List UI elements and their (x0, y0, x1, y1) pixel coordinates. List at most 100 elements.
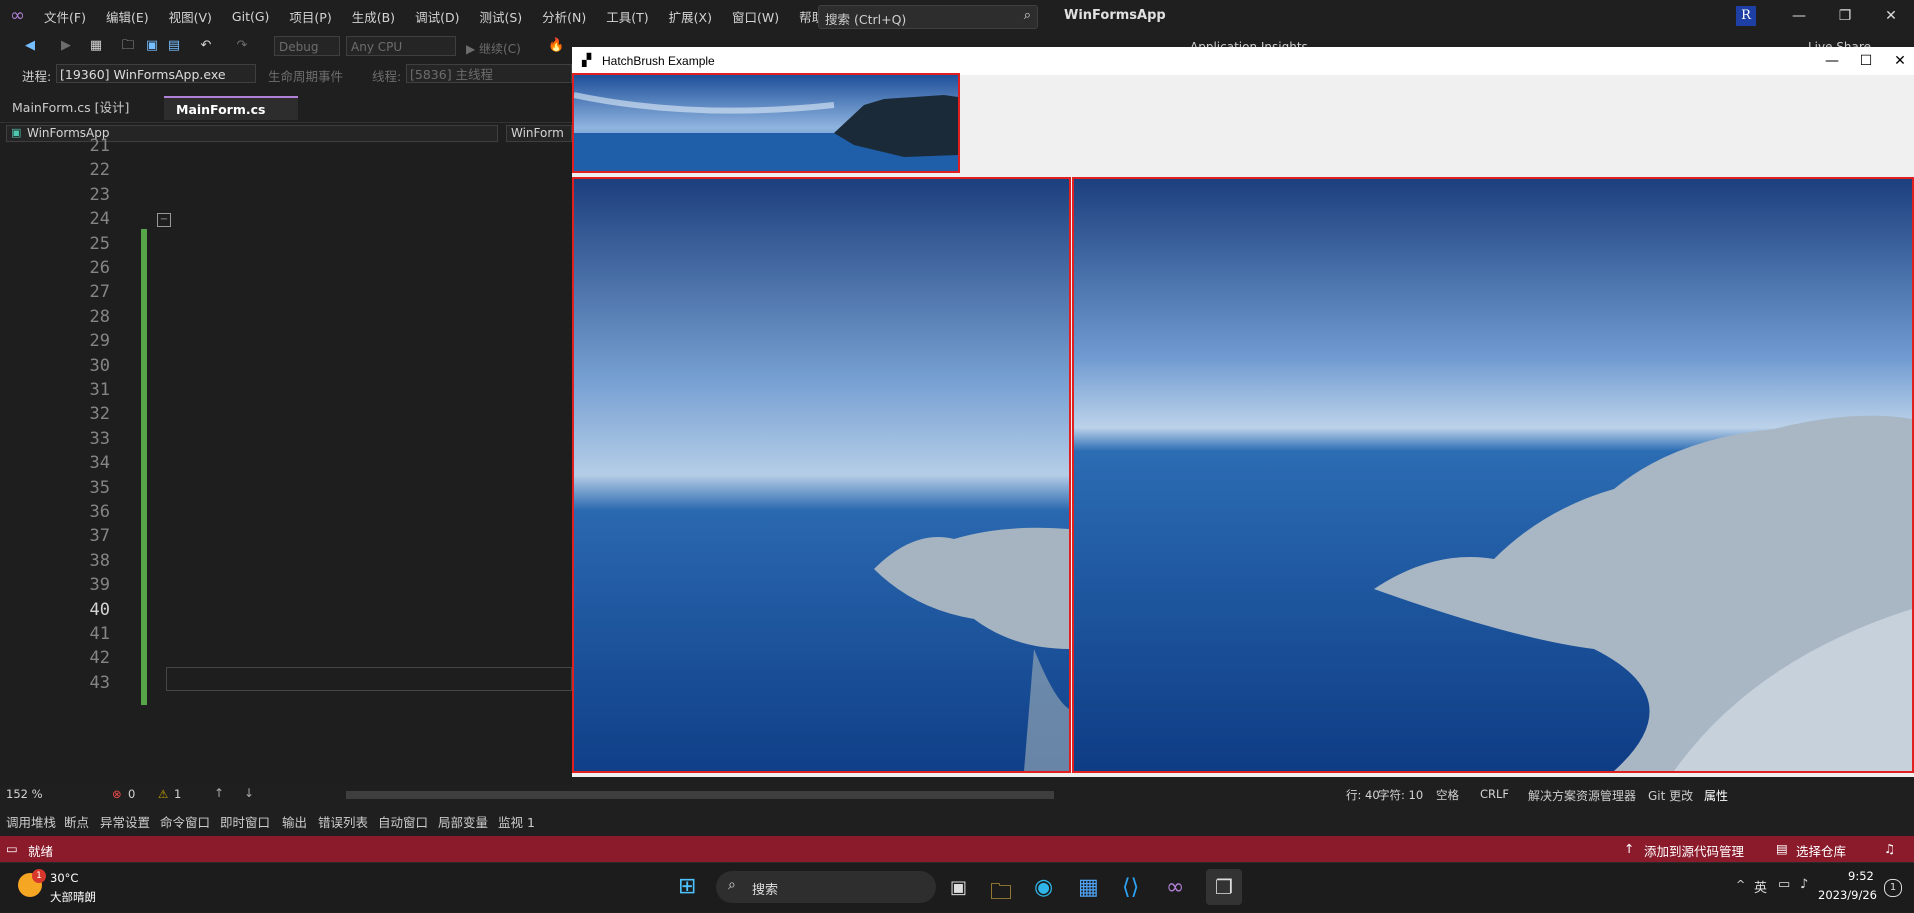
avatar[interactable]: R (1736, 6, 1756, 26)
menu-test[interactable]: 测试(S) (479, 7, 522, 26)
menu-view[interactable]: 视图(V) (169, 7, 212, 26)
undo-icon[interactable]: ↶ (198, 38, 214, 54)
forward-icon[interactable]: ▶ (58, 38, 74, 54)
task-view-icon[interactable]: ▣ (950, 877, 967, 898)
visual-studio-icon[interactable]: ∞ (1166, 875, 1184, 900)
hot-reload-icon[interactable]: 🔥 (548, 38, 564, 54)
repo-icon[interactable]: ▤ (1776, 841, 1788, 856)
continue-button[interactable]: ▶ 继续(C) (466, 40, 521, 57)
menu-project[interactable]: 项目(P) (289, 7, 331, 26)
weather-condition[interactable]: 大部晴朗 (50, 889, 96, 905)
tab-autos[interactable]: 自动窗口 (378, 812, 428, 831)
menu-analyze[interactable]: 分析(N) (542, 7, 586, 26)
warning-count[interactable]: 1 (174, 787, 181, 801)
config-dropdown[interactable]: Debug (274, 36, 340, 56)
panel-tab-solution[interactable]: 解决方案资源管理器 (1528, 787, 1636, 804)
network-icon[interactable]: ▭ (1778, 877, 1790, 892)
line-number: 38 (89, 551, 110, 571)
file-explorer-icon[interactable]: 🗀 (990, 875, 1012, 913)
restore-icon[interactable]: ❐ (1830, 6, 1860, 26)
tab-error-list[interactable]: 错误列表 (318, 812, 368, 831)
add-source-control[interactable]: 添加到源代码管理 (1644, 841, 1744, 860)
menu-extensions[interactable]: 扩展(X) (669, 7, 712, 26)
window-close-icon[interactable]: ✕ (1880, 51, 1914, 71)
platform-dropdown[interactable]: Any CPU (346, 36, 456, 56)
line-number: 31 (89, 380, 110, 400)
save-all-icon[interactable]: ▤ (166, 38, 182, 54)
panel-tab-properties[interactable]: 属性 (1704, 787, 1728, 804)
open-file-icon[interactable]: 🗀 (120, 38, 136, 54)
speaker-icon[interactable]: ♪ (1800, 877, 1808, 892)
arrow-up-icon[interactable]: ↑ (214, 786, 224, 800)
windows-start-icon[interactable]: ⊞ (678, 875, 702, 899)
menu-debug[interactable]: 调试(D) (415, 7, 459, 26)
collapse-icon[interactable]: − (157, 213, 171, 227)
tab-watch[interactable]: 监视 1 (498, 812, 535, 831)
document-tabs: MainForm.cs [设计] MainForm.cs ⊣ ✕ (0, 96, 572, 141)
status-icon: ▭ (6, 841, 18, 856)
line-number: 30 (89, 356, 110, 376)
menu-edit[interactable]: 编辑(E) (106, 7, 149, 26)
redo-icon[interactable]: ↷ (234, 38, 250, 54)
close-icon[interactable]: ✕ (1876, 6, 1906, 26)
cursor-line: 行: 40 (1346, 788, 1380, 802)
save-icon[interactable]: ▣ (144, 38, 160, 54)
tab-breakpoints[interactable]: 断点 (64, 812, 89, 831)
search-input[interactable]: 搜索 (Ctrl+Q) ⌕ (818, 5, 1038, 29)
line-number: 22 (89, 160, 110, 180)
minimize-icon[interactable]: — (1784, 6, 1814, 26)
panel-tab-git[interactable]: Git 更改 (1648, 787, 1693, 804)
menu-tools[interactable]: 工具(T) (606, 7, 648, 26)
horizontal-scrollbar[interactable] (346, 791, 1054, 799)
menu-window[interactable]: 窗口(W) (732, 7, 779, 26)
clock-time[interactable]: 9:52 (1848, 869, 1874, 883)
line-number: 26 (89, 258, 110, 278)
tab-command-window[interactable]: 命令窗口 (160, 812, 210, 831)
search-placeholder: 搜索 (Ctrl+Q) (825, 12, 907, 27)
temperature[interactable]: 30°C (50, 871, 78, 885)
tab-call-stack[interactable]: 调用堆栈 (6, 812, 56, 831)
ime-indicator[interactable]: 英 (1754, 877, 1767, 896)
select-repo[interactable]: 选择仓库 (1796, 841, 1846, 860)
menu-git[interactable]: Git(G) (232, 9, 270, 24)
tab-immediate-window[interactable]: 即时窗口 (220, 812, 270, 831)
line-number: 37 (89, 526, 110, 546)
clock-date[interactable]: 2023/9/26 (1818, 888, 1877, 902)
warning-icon[interactable]: ⚠ (158, 787, 168, 801)
line-number: 29 (89, 331, 110, 351)
original-image (572, 73, 960, 173)
taskbar-search-label: 搜索 (752, 883, 779, 898)
vscode-icon[interactable]: ⟨⟩ (1122, 875, 1139, 900)
window-titlebar[interactable]: ▞ HatchBrush Example — ☐ ✕ (572, 47, 1914, 75)
tab-designer[interactable]: MainForm.cs [设计] (0, 96, 141, 120)
taskbar-search[interactable]: ⌕ 搜索 (716, 871, 936, 903)
source-control-icon[interactable]: ↑ (1624, 841, 1634, 856)
tray-overflow-icon[interactable]: ^ (1736, 878, 1745, 891)
zoom-level[interactable]: 152 % (6, 787, 43, 801)
zoomed-image-left (572, 177, 1071, 773)
line-ending[interactable]: CRLF (1480, 787, 1509, 801)
arrow-down-icon[interactable]: ↓ (244, 786, 254, 800)
error-icon[interactable]: ⊗ (112, 787, 122, 801)
tab-mainform[interactable]: MainForm.cs ⊣ ✕ (164, 96, 298, 141)
weather-badge: 1 (32, 869, 46, 883)
menu-build[interactable]: 生成(B) (352, 7, 395, 26)
notification-bell-icon[interactable]: ♫ (1884, 841, 1895, 856)
notification-count[interactable]: 1 (1884, 879, 1902, 897)
winform-app-icon[interactable]: ❐ (1206, 869, 1242, 905)
store-icon[interactable]: ▦ (1078, 875, 1099, 900)
edge-icon[interactable]: ◉ (1034, 875, 1053, 900)
tab-exception-settings[interactable]: 异常设置 (100, 812, 150, 831)
line-number: 23 (89, 185, 110, 205)
indent-mode[interactable]: 空格 (1436, 787, 1459, 803)
new-project-icon[interactable]: ▦ (88, 38, 104, 54)
class-dropdown[interactable]: WinForm (506, 125, 572, 142)
lifecycle-events[interactable]: 生命周期事件 (268, 66, 343, 85)
tab-locals[interactable]: 局部变量 (438, 812, 488, 831)
tab-output[interactable]: 输出 (282, 812, 307, 831)
thread-dropdown[interactable]: [5836] 主线程 (406, 64, 572, 83)
menu-file[interactable]: 文件(F) (44, 7, 86, 26)
error-count[interactable]: 0 (128, 787, 135, 801)
process-dropdown[interactable]: [19360] WinFormsApp.exe (56, 64, 256, 83)
back-icon[interactable]: ◀ (22, 38, 38, 54)
